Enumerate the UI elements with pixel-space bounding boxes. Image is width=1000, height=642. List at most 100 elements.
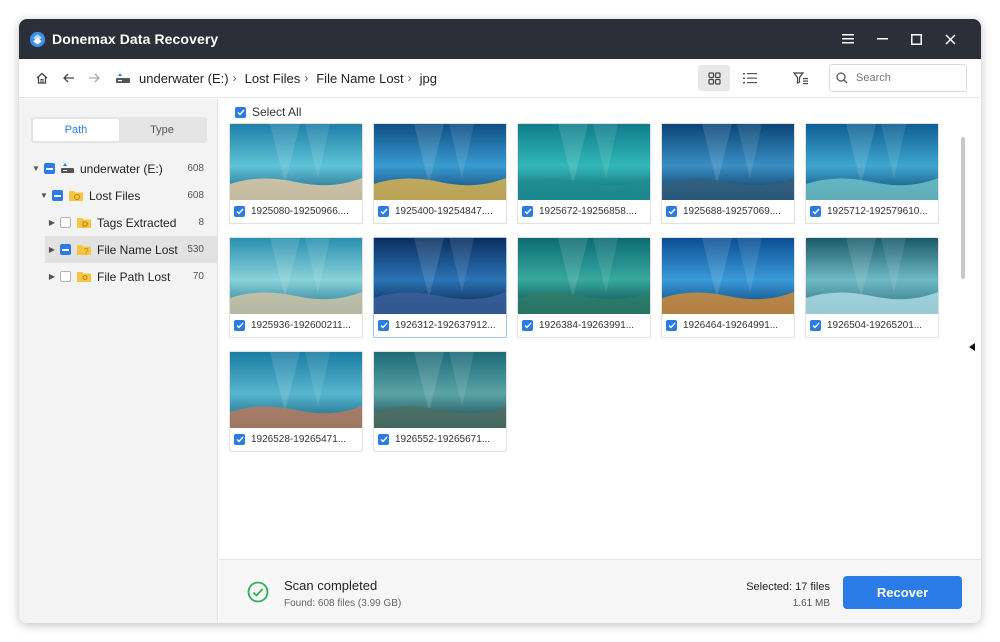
check-icon bbox=[524, 322, 532, 329]
select-all-label: Select All bbox=[252, 105, 302, 119]
file-card[interactable]: 1926504-19265201... bbox=[805, 237, 939, 338]
tree-count: 70 bbox=[192, 271, 204, 282]
file-card-footer: 1925080-19250966.... bbox=[230, 200, 362, 223]
check-icon bbox=[236, 436, 244, 443]
file-thumbnail bbox=[230, 238, 362, 314]
chevron-right-icon: › bbox=[232, 71, 237, 85]
breadcrumb-lost-files[interactable]: Lost Files bbox=[245, 71, 301, 86]
check-icon bbox=[380, 436, 388, 443]
tree-checkbox[interactable] bbox=[60, 244, 71, 255]
maximize-icon bbox=[910, 33, 922, 45]
maximize-button[interactable] bbox=[899, 19, 933, 59]
file-thumbnail bbox=[806, 124, 938, 200]
check-icon bbox=[812, 208, 820, 215]
close-icon bbox=[944, 33, 956, 45]
check-icon bbox=[380, 322, 388, 329]
select-all[interactable]: Select All bbox=[235, 105, 301, 119]
pin-folder-icon bbox=[77, 272, 91, 282]
title-bar: Donemax Data Recovery bbox=[19, 19, 981, 59]
caret-down-icon[interactable]: ▼ bbox=[31, 164, 41, 173]
file-name: 1926552-19265671... bbox=[395, 434, 491, 445]
file-name: 1925936-192600211... bbox=[251, 320, 351, 331]
filter-button[interactable] bbox=[784, 65, 816, 91]
check-icon bbox=[812, 322, 820, 329]
tree-item-file-path-lost[interactable]: ▶ File Path Lost 70 bbox=[19, 263, 218, 290]
file-card[interactable]: 1926384-19263991... bbox=[517, 237, 651, 338]
back-button[interactable] bbox=[55, 65, 81, 91]
folder-tree: ▼ underwater (E:) 608 ▼ Lost Files 608 ▶… bbox=[19, 155, 218, 290]
file-thumbnail bbox=[374, 238, 506, 314]
grid-view-button[interactable] bbox=[698, 65, 730, 91]
file-card-footer: 1926312-192637912... bbox=[374, 314, 506, 337]
file-card-footer: 1926504-19265201... bbox=[806, 314, 938, 337]
breadcrumb-jpg[interactable]: jpg bbox=[420, 71, 437, 86]
file-checkbox[interactable] bbox=[810, 320, 821, 331]
file-card[interactable]: 1926552-19265671... bbox=[373, 351, 507, 452]
file-card-footer: 1926384-19263991... bbox=[518, 314, 650, 337]
caret-right-icon[interactable]: ▶ bbox=[47, 218, 57, 227]
tab-path[interactable]: Path bbox=[33, 119, 119, 141]
file-card[interactable]: 1925400-19254847.... bbox=[373, 123, 507, 224]
select-all-checkbox[interactable] bbox=[235, 106, 246, 118]
file-thumbnail bbox=[230, 352, 362, 428]
tree-checkbox[interactable] bbox=[60, 271, 71, 282]
recover-button[interactable]: Recover bbox=[843, 576, 962, 609]
tree-checkbox[interactable] bbox=[52, 190, 63, 201]
file-card[interactable]: 1925080-19250966.... bbox=[229, 123, 363, 224]
file-card[interactable]: 1926528-19265471... bbox=[229, 351, 363, 452]
view-toggle bbox=[694, 65, 766, 91]
file-card[interactable]: 1925672-19256858.... bbox=[517, 123, 651, 224]
file-card-footer: 1925936-192600211... bbox=[230, 314, 362, 337]
file-checkbox[interactable] bbox=[378, 320, 389, 331]
file-checkbox[interactable] bbox=[378, 434, 389, 445]
arrow-left-icon bbox=[62, 73, 74, 83]
chevron-right-icon: › bbox=[304, 71, 309, 85]
file-card[interactable]: 1925712-192579610... bbox=[805, 123, 939, 224]
scrollbar[interactable] bbox=[961, 137, 965, 279]
file-checkbox[interactable] bbox=[810, 206, 821, 217]
file-checkbox[interactable] bbox=[234, 320, 245, 331]
tree-item-file-name-lost[interactable]: ▶ ? File Name Lost 530 bbox=[45, 236, 218, 263]
file-checkbox[interactable] bbox=[666, 320, 677, 331]
file-name: 1925688-19257069.... bbox=[683, 206, 781, 217]
check-icon bbox=[524, 208, 532, 215]
file-checkbox[interactable] bbox=[234, 206, 245, 217]
file-card-footer: 1926464-19264991... bbox=[662, 314, 794, 337]
file-checkbox[interactable] bbox=[378, 206, 389, 217]
file-checkbox[interactable] bbox=[234, 434, 245, 445]
drive-icon bbox=[116, 73, 130, 83]
preview-toggle-icon[interactable] bbox=[969, 343, 975, 351]
file-checkbox[interactable] bbox=[522, 320, 533, 331]
forward-button[interactable] bbox=[81, 65, 107, 91]
tree-checkbox[interactable] bbox=[60, 217, 71, 228]
file-card[interactable]: 1925688-19257069.... bbox=[661, 123, 795, 224]
file-card[interactable]: 1925936-192600211... bbox=[229, 237, 363, 338]
breadcrumb-drive[interactable]: underwater (E:) bbox=[139, 71, 229, 86]
scan-status: Scan completed bbox=[284, 578, 378, 593]
file-name: 1926528-19265471... bbox=[251, 434, 347, 445]
tree-item-underwater[interactable]: ▼ underwater (E:) 608 bbox=[19, 155, 218, 182]
folder-icon bbox=[69, 191, 83, 201]
caret-down-icon[interactable]: ▼ bbox=[39, 191, 49, 200]
file-thumbnail bbox=[662, 124, 794, 200]
caret-right-icon[interactable]: ▶ bbox=[47, 272, 57, 281]
breadcrumb-file-name-lost[interactable]: File Name Lost bbox=[316, 71, 403, 86]
home-button[interactable] bbox=[29, 65, 55, 91]
menu-button[interactable] bbox=[831, 19, 865, 59]
minimize-button[interactable] bbox=[865, 19, 899, 59]
file-checkbox[interactable] bbox=[522, 206, 533, 217]
check-icon bbox=[236, 208, 244, 215]
app-window: Donemax Data Recovery underwater (E:) › … bbox=[19, 19, 981, 623]
list-view-button[interactable] bbox=[734, 65, 766, 91]
tree-checkbox[interactable] bbox=[44, 163, 55, 174]
file-card[interactable]: 1926464-19264991... bbox=[661, 237, 795, 338]
tab-type[interactable]: Type bbox=[119, 119, 205, 141]
file-card[interactable]: 1926312-192637912... bbox=[373, 237, 507, 338]
search-input[interactable] bbox=[856, 72, 956, 84]
tree-item-tags-extracted[interactable]: ▶ Tags Extracted 8 bbox=[19, 209, 218, 236]
close-button[interactable] bbox=[933, 19, 967, 59]
file-name: 1925400-19254847.... bbox=[395, 206, 493, 217]
file-checkbox[interactable] bbox=[666, 206, 677, 217]
tree-item-lost-files[interactable]: ▼ Lost Files 608 bbox=[19, 182, 218, 209]
caret-right-icon[interactable]: ▶ bbox=[47, 245, 57, 254]
